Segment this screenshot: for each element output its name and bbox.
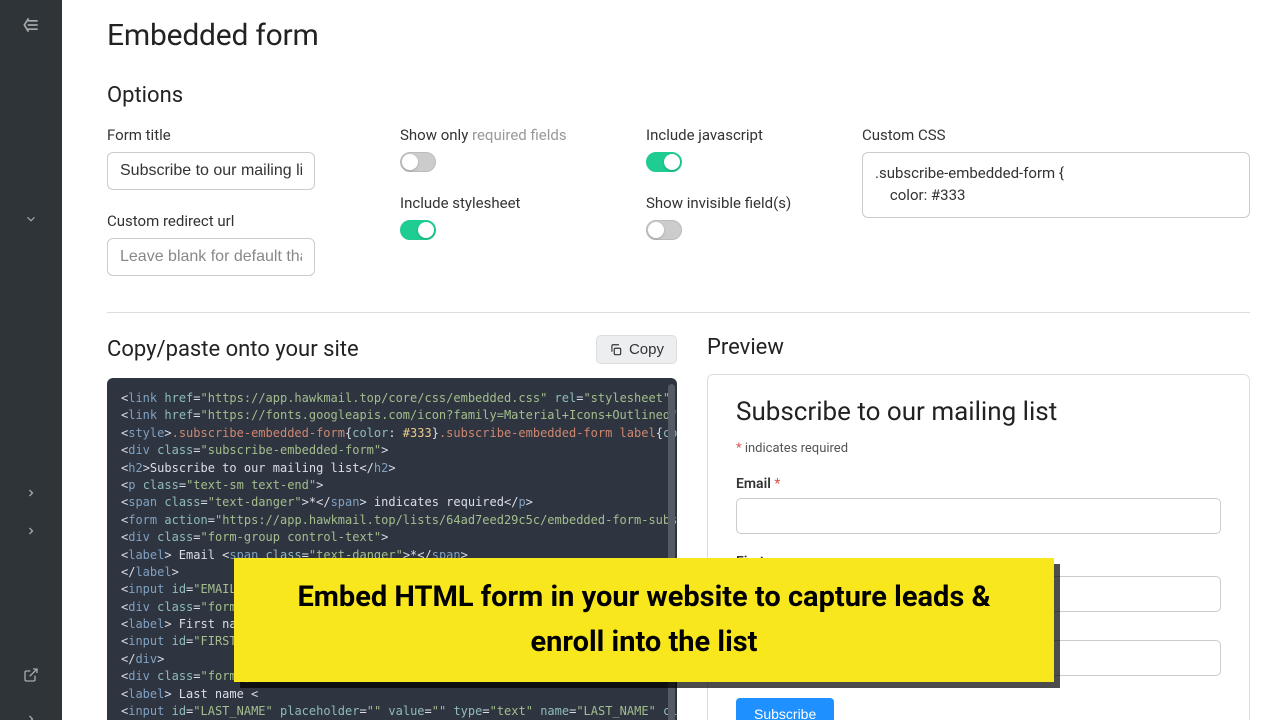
options-row: Form title Custom redirect url Show only… <box>107 126 1250 276</box>
form-title-input[interactable] <box>107 152 315 190</box>
include-stylesheet-toggle[interactable] <box>400 220 436 240</box>
preview-email-input[interactable] <box>736 498 1221 534</box>
redirect-url-input[interactable] <box>107 238 315 276</box>
form-title-label: Form title <box>107 126 374 144</box>
preview-subscribe-button[interactable]: Subscribe <box>736 698 834 720</box>
preview-email-label: Email * <box>736 476 1221 492</box>
page-title: Embedded form <box>107 18 1250 53</box>
section-divider <box>107 312 1250 313</box>
preview-required-note: * indicates required <box>736 441 1221 456</box>
custom-css-label: Custom CSS <box>862 126 1250 144</box>
include-js-label: Include javascript <box>646 126 836 144</box>
custom-css-input[interactable]: .subscribe-embedded-form { color: #333 <box>862 152 1250 218</box>
include-stylesheet-label: Include stylesheet <box>400 194 620 212</box>
preview-heading: Preview <box>707 335 1250 360</box>
options-heading: Options <box>107 83 1250 108</box>
copy-button-label: Copy <box>629 341 664 358</box>
open-external-icon[interactable] <box>12 656 50 694</box>
show-invisible-label: Show invisible field(s) <box>646 194 836 212</box>
preview-form-title: Subscribe to our mailing list <box>736 397 1221 427</box>
show-only-label: Show only required fields <box>400 126 620 144</box>
sidebar-expand-icon-3[interactable] <box>12 700 50 720</box>
sidebar-expand-icon-2[interactable] <box>12 512 50 550</box>
show-invisible-toggle[interactable] <box>646 220 682 240</box>
code-heading: Copy/paste onto your site <box>107 337 359 362</box>
sidebar-chevron-icon[interactable] <box>12 200 50 238</box>
promo-banner: Embed HTML form in your website to captu… <box>234 558 1054 682</box>
include-js-toggle[interactable] <box>646 152 682 172</box>
copy-button[interactable]: Copy <box>596 335 677 364</box>
redirect-url-label: Custom redirect url <box>107 212 374 230</box>
sidebar <box>0 0 62 720</box>
sidebar-expand-icon-1[interactable] <box>12 474 50 512</box>
show-only-toggle[interactable] <box>400 152 436 172</box>
menu-toggle-icon[interactable] <box>12 6 50 44</box>
copy-icon <box>609 343 623 357</box>
